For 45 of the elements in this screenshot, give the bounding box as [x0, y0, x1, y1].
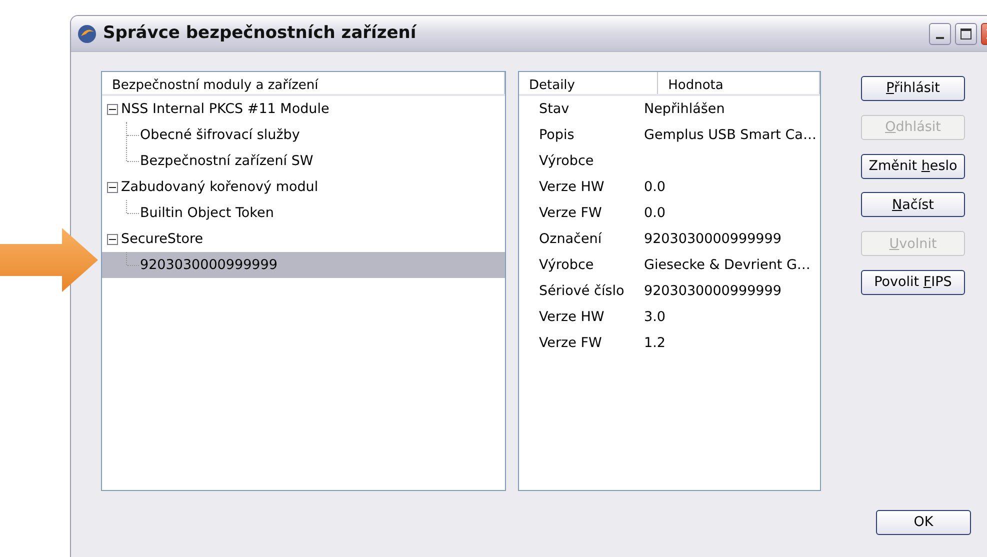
tree-item[interactable]: Builtin Object Token — [140, 202, 274, 224]
detail-label: Verze FW — [538, 334, 603, 353]
detail-label: Popis — [538, 126, 576, 145]
tree-item[interactable]: 9203030000999999 — [140, 254, 278, 276]
minimize-icon — [936, 36, 944, 38]
detail-value: Gemplus USB Smart Ca… — [644, 126, 816, 145]
detail-label: Sériové číslo — [538, 282, 626, 301]
detail-value: 0.0 — [644, 204, 666, 223]
tree-item[interactable]: SecureStore — [121, 228, 204, 250]
tree-item[interactable]: Obecné šifrovací služby — [140, 124, 300, 146]
column-header[interactable]: Hodnota — [658, 72, 820, 94]
detail-value: 0.0 — [644, 178, 666, 197]
tree-item[interactable]: Bezpečnostní zařízení SW — [140, 150, 314, 172]
detail-label: Verze HW — [538, 178, 606, 197]
column-header[interactable]: Bezpečnostní moduly a zařízení — [102, 72, 505, 94]
action-button[interactable]: Povolit FIPS — [861, 270, 965, 295]
detail-value: 9203030000999999 — [644, 230, 782, 249]
window-title: Správce bezpečnostních zařízení — [103, 22, 416, 45]
collapse-icon[interactable] — [107, 104, 118, 114]
detail-value: 9203030000999999 — [644, 282, 782, 301]
tree-item[interactable]: Zabudovaný kořenový modul — [121, 176, 318, 198]
detail-value: Giesecke & Devrient G… — [644, 256, 810, 275]
detail-label: Označení — [538, 230, 603, 249]
detail-value: Nepřihlášen — [644, 100, 725, 119]
action-button[interactable]: Přihlásit — [861, 76, 965, 101]
collapse-icon[interactable] — [107, 234, 118, 244]
tree-item[interactable]: NSS Internal PKCS #11 Module — [121, 98, 330, 120]
detail-label: Stav — [538, 100, 570, 119]
app-icon — [77, 24, 97, 44]
detail-value: 1.2 — [644, 334, 666, 353]
ok-button[interactable]: OK — [876, 510, 971, 535]
action-button[interactable]: Načíst — [861, 192, 965, 218]
detail-label: Verze FW — [538, 204, 603, 223]
detail-label: Verze HW — [538, 308, 606, 327]
detail-label: Výrobce — [538, 152, 595, 171]
action-button[interactable]: Změnit heslo — [861, 154, 965, 179]
column-header[interactable]: Detaily — [519, 72, 658, 94]
arrow-icon — [0, 228, 100, 292]
minimize-button[interactable] — [929, 22, 951, 44]
collapse-icon[interactable] — [107, 182, 118, 192]
selected-row[interactable]: 9203030000999999 — [102, 252, 505, 278]
maximize-button[interactable] — [955, 22, 977, 44]
detail-value: 3.0 — [644, 308, 666, 327]
maximize-icon — [960, 28, 972, 40]
detail-label: Výrobce — [538, 256, 595, 275]
